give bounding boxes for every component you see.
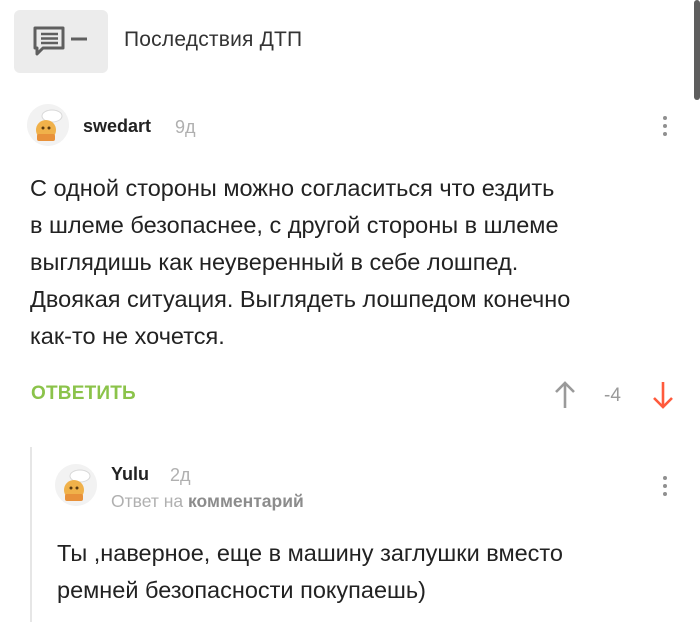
thread-line[interactable] — [30, 447, 32, 622]
arrow-down-icon — [653, 382, 673, 409]
comment-line: Ты ,наверное, еще в машину заглушки вмес… — [57, 540, 563, 566]
downvote-button[interactable] — [651, 380, 675, 415]
comment-score: -4 — [604, 385, 621, 406]
reply-button[interactable]: ОТВЕТИТЬ — [31, 383, 136, 405]
comment-author[interactable]: Yulu — [111, 464, 149, 485]
comment-line: выглядишь как неуверенный в себе лошпед. — [30, 249, 519, 275]
comment-body: Ты ,наверное, еще в машину заглушки вмес… — [57, 535, 563, 609]
baker-avatar-icon — [55, 464, 97, 506]
comment-line: как-то не хочется. — [30, 323, 225, 349]
comment-body: С одной стороны можно согласиться что ез… — [30, 170, 570, 355]
upvote-button[interactable] — [553, 380, 577, 415]
comment-time: 9д — [175, 117, 196, 137]
comment-line: Двоякая ситуация. Выглядеть лошпедом кон… — [30, 286, 571, 312]
comment-line: ремней безопасности покупаешь) — [57, 577, 426, 603]
more-vertical-icon[interactable] — [658, 472, 672, 502]
baker-avatar-icon — [27, 104, 69, 146]
comment-author[interactable]: swedart — [83, 116, 151, 137]
comment-time: 2д — [170, 465, 191, 485]
comment-line: в шлеме безопаснее, с другой стороны в ш… — [30, 212, 559, 238]
avatar[interactable] — [27, 104, 69, 146]
post-header: Последствия ДТП — [0, 0, 700, 80]
post-icon-button[interactable] — [14, 10, 108, 73]
reply-to-prefix: Ответ на — [111, 491, 184, 511]
reply-to-label: Ответ на комментарий — [111, 491, 304, 512]
avatar[interactable] — [55, 464, 97, 506]
comment-list-icon — [33, 26, 87, 56]
arrow-up-icon — [555, 381, 575, 408]
reply-to-link[interactable]: комментарий — [188, 491, 304, 511]
more-vertical-icon[interactable] — [658, 112, 672, 142]
comment-line: С одной стороны можно согласиться что ез… — [30, 175, 555, 201]
post-title[interactable]: Последствия ДТП — [124, 28, 302, 52]
